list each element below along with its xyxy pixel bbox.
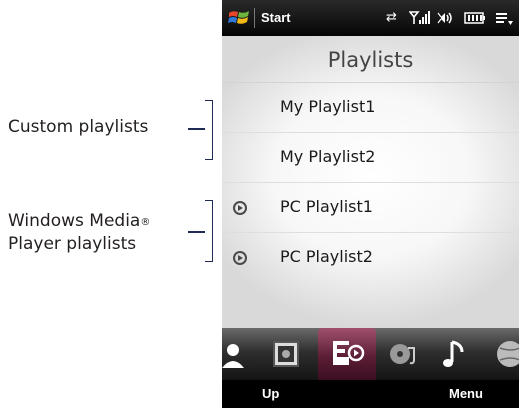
up-softkey[interactable]: Up	[262, 386, 279, 401]
playlist-icon	[333, 341, 365, 365]
signal-strength-icon[interactable]	[409, 9, 431, 27]
play-circle-icon	[233, 251, 247, 265]
custom-playlists-bracket	[205, 100, 213, 160]
playlist-item[interactable]: PC Playlist1	[222, 183, 519, 233]
windows-media-annotation-line2: Player playlists	[8, 234, 137, 254]
menu-softkey[interactable]: Menu	[449, 386, 483, 401]
tab-strip	[222, 328, 519, 380]
custom-playlists-annotation: Custom playlists	[8, 117, 149, 137]
person-icon[interactable]	[222, 334, 250, 374]
data-connection-icon[interactable]: ⇄	[386, 9, 397, 27]
page-title: Playlists	[327, 48, 414, 72]
windows-media-annotation: Windows Media® Player playlists	[8, 210, 150, 256]
playlists-panel: Playlists My Playlist1 My Playlist2 PC P…	[222, 36, 519, 328]
registered-mark: ®	[140, 217, 151, 228]
status-bar: Start ⇄	[222, 0, 519, 36]
windows-media-bracket	[205, 200, 213, 262]
windows-media-annotation-line1: Windows Media	[8, 211, 141, 231]
playlist-item[interactable]: My Playlist1	[222, 83, 519, 133]
softkey-bar: Up Menu	[222, 380, 519, 408]
playlist-label: My Playlist1	[280, 97, 376, 116]
globe-icon[interactable]	[488, 334, 519, 374]
music-tab[interactable]	[318, 328, 376, 380]
music-note-icon[interactable]	[434, 334, 474, 374]
windows-media-connector	[188, 231, 205, 233]
phone-screen: Start ⇄ Playlists My Playlist1 My Playli…	[222, 0, 519, 408]
battery-icon[interactable]	[464, 9, 486, 27]
play-circle-icon	[233, 201, 247, 215]
playlist-label: PC Playlist1	[280, 197, 373, 216]
windows-flag-icon[interactable]	[228, 9, 250, 27]
playlist-item[interactable]: PC Playlist2	[222, 233, 519, 283]
custom-playlists-connector	[188, 128, 205, 130]
playlist-label: PC Playlist2	[280, 247, 373, 266]
photo-icon[interactable]	[266, 334, 306, 374]
status-separator	[254, 8, 255, 28]
start-menu-label[interactable]: Start	[261, 10, 291, 25]
playlist-label: My Playlist2	[280, 147, 376, 166]
playlist-item[interactable]: My Playlist2	[222, 133, 519, 183]
more-icon[interactable]	[494, 9, 514, 27]
albums-icon[interactable]	[384, 334, 424, 374]
volume-icon[interactable]	[436, 9, 456, 27]
